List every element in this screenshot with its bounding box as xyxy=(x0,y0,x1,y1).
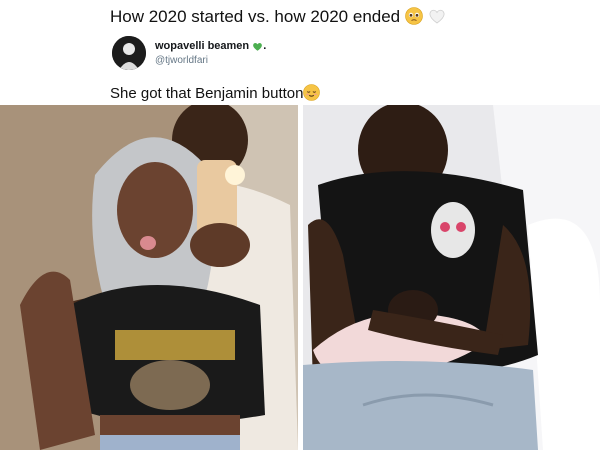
name-dot: . xyxy=(263,40,267,52)
avatar[interactable] xyxy=(112,36,146,70)
tweet-handle[interactable]: @tjworldfari xyxy=(155,55,208,66)
photo-father-baby xyxy=(303,105,600,450)
caption-line: How 2020 started vs. how 2020 ended xyxy=(110,7,446,30)
photo-couple-selfie xyxy=(0,105,298,450)
relieved-face-icon xyxy=(303,84,321,105)
tweet-text-line: She got that Benjamin button xyxy=(110,84,321,105)
caption-text: How 2020 started vs. how 2020 ended xyxy=(110,7,401,26)
green-heart-icon xyxy=(252,41,263,55)
caption-bar: How 2020 started vs. how 2020 ended xyxy=(100,0,510,32)
tweet-text: She got that Benjamin button xyxy=(110,85,304,102)
tweet-card: wopavelli beamen . @tjworldfari She got … xyxy=(100,32,510,105)
white-heart-icon xyxy=(428,7,446,30)
display-name-text: wopavelli beamen xyxy=(155,40,250,52)
tweet-display-name[interactable]: wopavelli beamen . xyxy=(155,40,266,55)
pleading-face-icon xyxy=(405,7,423,30)
